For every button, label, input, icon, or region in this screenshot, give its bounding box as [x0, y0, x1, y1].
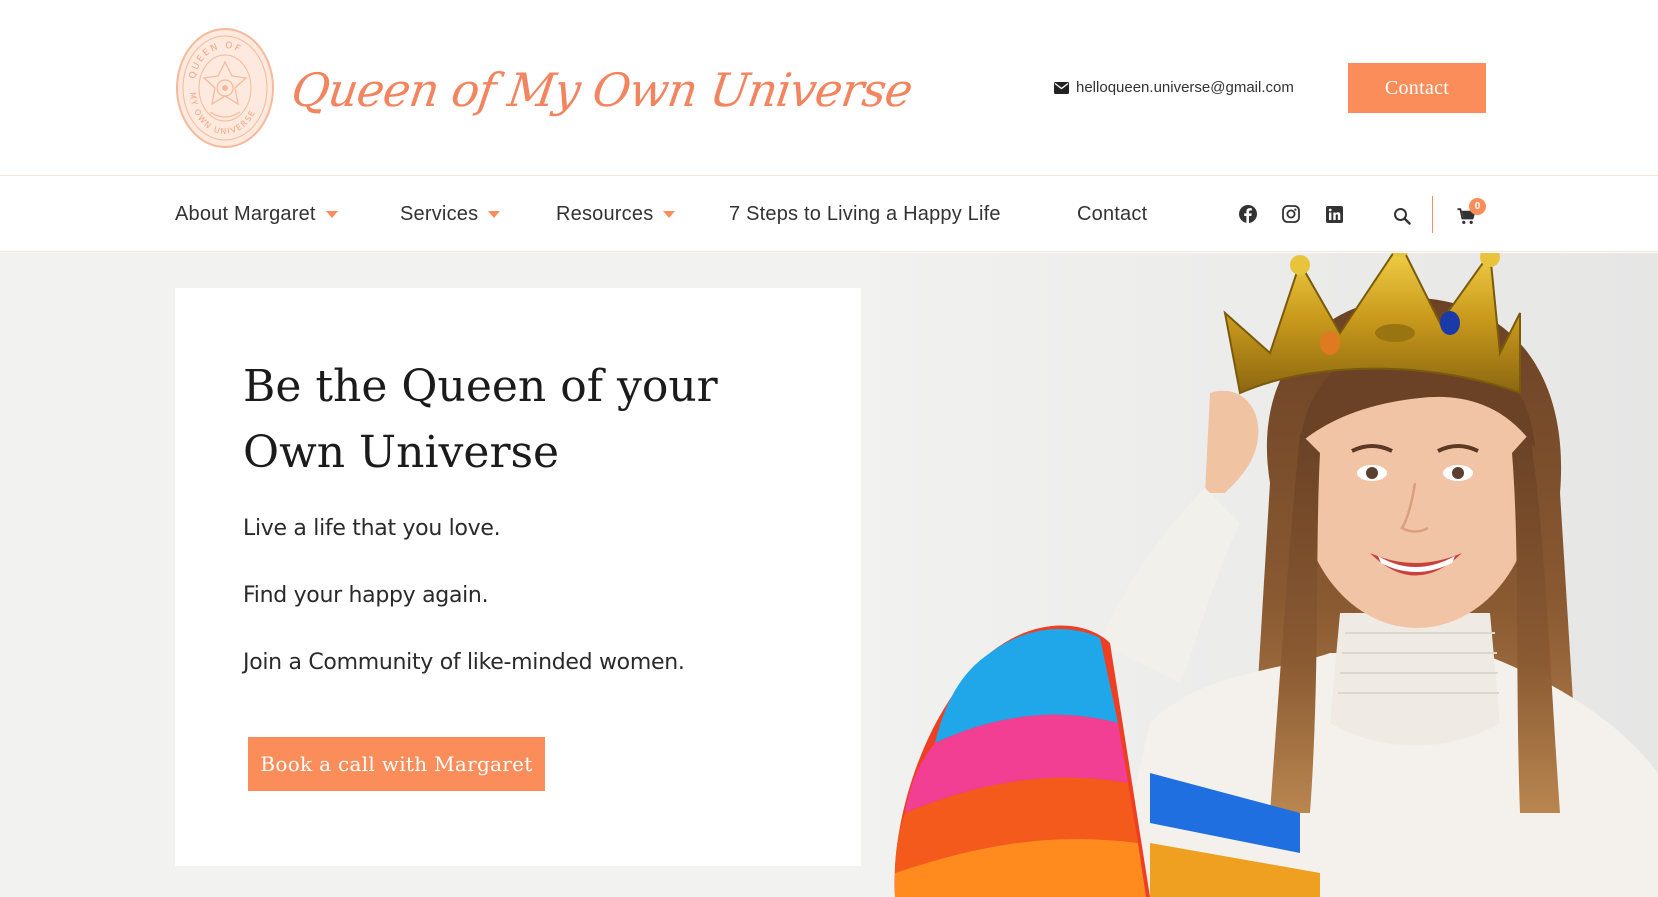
nav-item-7-steps[interactable]: 7 Steps to Living a Happy Life [729, 203, 1001, 226]
envelope-icon [1054, 81, 1069, 94]
hero-paragraph: Find your happy again. [243, 583, 489, 608]
main-navigation: About Margaret Services Resources 7 Step… [0, 177, 1658, 252]
hero-headline-line2: Own Universe [243, 427, 560, 478]
facebook-icon[interactable] [1238, 204, 1258, 224]
site-header: QUEEN OF MY OWN UNIVERSE Queen of My Own… [0, 0, 1658, 176]
nav-item-resources[interactable]: Resources [556, 203, 676, 226]
cart-count-badge: 0 [1469, 198, 1486, 215]
hero-card: Be the Queen of your Own Universe Live a… [175, 288, 861, 866]
hero-paragraph: Join a Community of like-minded women. [243, 650, 685, 675]
nav-item-label: Services [400, 203, 479, 225]
nav-item-label: Contact [1077, 203, 1148, 225]
nav-item-services[interactable]: Services [400, 203, 501, 226]
nav-item-about-margaret[interactable]: About Margaret [175, 203, 338, 226]
caret-down-icon [488, 211, 501, 218]
logo-seal-icon: QUEEN OF MY OWN UNIVERSE [176, 28, 274, 148]
site-logo[interactable]: QUEEN OF MY OWN UNIVERSE Queen of My Own… [174, 26, 916, 150]
search-icon[interactable] [1392, 206, 1412, 226]
hero-headline-line1: Be the Queen of your [243, 361, 718, 412]
instagram-icon[interactable] [1281, 204, 1301, 224]
caret-down-icon [663, 211, 676, 218]
book-call-button[interactable]: Book a call with Margaret [248, 737, 545, 791]
linkedin-icon[interactable] [1324, 204, 1344, 224]
contact-button[interactable]: Contact [1348, 63, 1486, 113]
hero-headline: Be the Queen of your Own Universe [243, 354, 843, 486]
nav-item-label: Resources [556, 203, 654, 225]
hero-paragraph: Live a life that you love. [243, 516, 501, 541]
nav-item-label: About Margaret [175, 203, 316, 225]
nav-item-label: 7 Steps to Living a Happy Life [729, 203, 1001, 225]
contact-email[interactable]: helloqueen.universe@gmail.com [1054, 79, 1294, 96]
email-text: helloqueen.universe@gmail.com [1076, 79, 1294, 96]
hero-section: Be the Queen of your Own Universe Live a… [0, 253, 1658, 897]
brand-name: Queen of My Own Universe [288, 63, 916, 117]
nav-item-contact[interactable]: Contact [1077, 203, 1147, 226]
caret-down-icon [325, 211, 338, 218]
nav-divider [1432, 196, 1433, 233]
